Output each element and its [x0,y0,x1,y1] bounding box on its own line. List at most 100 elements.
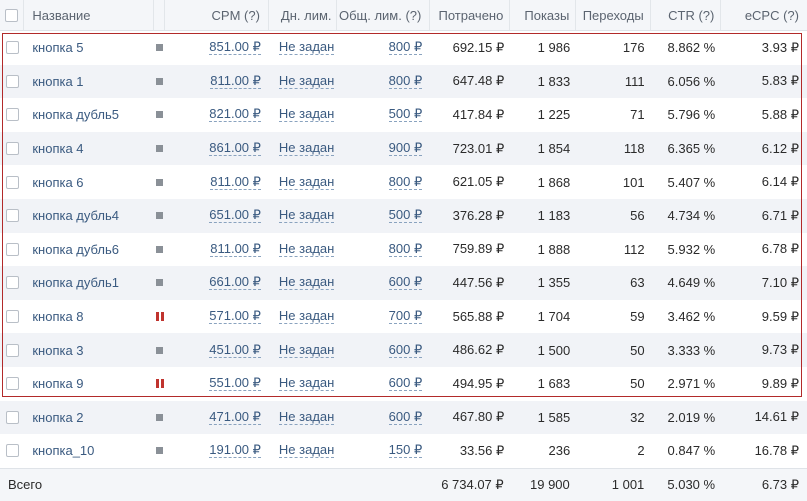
ad-name-link[interactable]: кнопка 1 [32,74,83,89]
row-checkbox[interactable] [5,276,19,290]
header-daily-limit[interactable]: Дн. лим. [269,0,338,30]
header-ecpc[interactable]: eCPC (?) [721,0,807,30]
header-spent[interactable]: Потрачено [430,0,511,30]
table-row[interactable]: кнопка_10 191.00 ₽ Не задан 150 ₽ 33.56 ₽ 236… [0,434,807,468]
table-row[interactable]: кнопка 1 811.00 ₽ Не задан 800 ₽ 647.48 ₽ 1 8… [0,64,807,99]
total-limit-editable[interactable]: 800 ₽ [388,73,423,89]
ad-name-link[interactable]: кнопка 4 [32,141,83,156]
row-checkbox[interactable] [5,444,19,458]
total-limit-editable[interactable]: 900 ₽ [388,141,423,157]
row-checkbox[interactable] [5,310,19,324]
daily-limit-editable[interactable]: Не задан [278,376,335,392]
daily-limit-editable[interactable]: Не задан [278,208,335,224]
total-limit-editable[interactable]: 800 ₽ [388,174,423,190]
cpm-editable[interactable]: 811.00 ₽ [210,241,261,257]
cpm-editable[interactable]: 861.00 ₽ [209,141,261,157]
total-limit-editable[interactable]: 700 ₽ [388,309,423,325]
table-row[interactable]: кнопка дубль4 651.00 ₽ Не задан 500 ₽ 376.28… [0,198,807,233]
table-row[interactable]: кнопка 2 471.00 ₽ Не задан 600 ₽ 467.80 ₽ 1 5… [0,400,807,435]
cpm-editable[interactable]: 191.00 ₽ [209,443,261,459]
ad-name-link[interactable]: кнопка 3 [32,343,83,358]
daily-limit-editable[interactable]: Не задан [278,409,335,425]
status-square-icon[interactable] [156,111,164,119]
daily-limit-editable[interactable]: Не задан [278,342,335,358]
header-name[interactable]: Название [24,0,155,30]
row-checkbox[interactable] [5,242,19,256]
pause-icon[interactable] [155,312,164,322]
ad-name-link[interactable]: кнопка дубль6 [32,242,119,257]
header-ctr[interactable]: CTR (?) [651,0,722,30]
daily-limit-editable[interactable]: Не задан [278,309,335,325]
total-limit-editable[interactable]: 800 ₽ [388,241,423,257]
row-checkbox[interactable] [5,74,19,88]
total-limit-editable[interactable]: 600 ₽ [388,275,423,291]
row-checkbox[interactable] [5,175,19,189]
status-square-icon[interactable] [156,178,164,186]
table-row[interactable]: кнопка дубль1 661.00 ₽ Не задан 600 ₽ 447.56… [0,266,807,300]
cpm-editable[interactable]: 471.00 ₽ [209,409,261,425]
daily-limit-editable[interactable]: Не задан [278,241,335,257]
cpm-editable[interactable]: 851.00 ₽ [209,40,261,56]
cpm-editable[interactable]: 651.00 ₽ [209,208,261,224]
status-square-icon[interactable] [156,212,164,220]
ad-name-link[interactable]: кнопка 9 [32,376,83,391]
table-row[interactable]: кнопка 3 451.00 ₽ Не задан 600 ₽ 486.62 ₽ 1 5… [0,333,807,367]
total-limit-editable[interactable]: 600 ₽ [388,376,423,392]
status-square-icon[interactable] [156,44,164,52]
total-limit-editable[interactable]: 600 ₽ [388,409,423,425]
cpm-editable[interactable]: 571.00 ₽ [209,309,261,325]
total-limit-editable[interactable]: 800 ₽ [388,40,423,56]
total-limit-editable[interactable]: 150 ₽ [388,443,423,459]
select-all-checkbox[interactable] [5,8,19,22]
header-total-limit[interactable]: Общ. лим. (?) [337,0,431,30]
row-checkbox[interactable] [5,410,19,424]
header-clicks[interactable]: Переходы [576,0,651,30]
table-row[interactable]: кнопка 4 861.00 ₽ Не задан 900 ₽ 723.01 ₽ 1 8… [0,131,807,166]
ad-name-link[interactable]: кнопка дубль5 [32,107,119,122]
header-cpm[interactable]: CPM (?) [165,0,269,30]
ad-name-link[interactable]: кнопка 5 [32,40,83,55]
cpm-editable[interactable]: 451.00 ₽ [209,342,261,358]
status-square-icon[interactable] [156,279,164,287]
total-limit-editable[interactable]: 600 ₽ [388,342,423,358]
cpm-editable[interactable]: 551.00 ₽ [209,376,261,392]
ad-name-link[interactable]: кнопка 6 [32,175,83,190]
total-limit-editable[interactable]: 500 ₽ [388,208,423,224]
cpm-editable[interactable]: 821.00 ₽ [209,107,261,123]
cpm-editable[interactable]: 661.00 ₽ [209,275,261,291]
daily-limit-editable[interactable]: Не задан [278,141,335,157]
ad-name-link[interactable]: кнопка_10 [32,443,94,458]
row-checkbox[interactable] [5,377,19,391]
table-row[interactable]: кнопка 9 551.00 ₽ Не задан 600 ₽ 494.95 ₽ 1 6… [0,367,807,401]
table-row[interactable]: кнопка дубль5 821.00 ₽ Не задан 500 ₽ 417.84… [0,98,807,132]
row-checkbox[interactable] [5,108,19,122]
row-checkbox[interactable] [5,41,19,55]
status-square-icon[interactable] [156,346,164,354]
ad-name-link[interactable]: кнопка дубль1 [32,275,119,290]
daily-limit-editable[interactable]: Не задан [278,107,335,123]
row-checkbox[interactable] [5,343,19,357]
cpm-editable[interactable]: 811.00 ₽ [210,174,261,190]
status-square-icon[interactable] [156,77,164,85]
ad-name-link[interactable]: кнопка 2 [32,410,83,425]
daily-limit-editable[interactable]: Не задан [278,443,335,459]
ad-name-link[interactable]: кнопка дубль4 [32,208,119,223]
status-square-icon[interactable] [156,447,164,455]
table-row[interactable]: кнопка 6 811.00 ₽ Не задан 800 ₽ 621.05 ₽ 1 8… [0,165,807,199]
table-row[interactable]: кнопка 5 851.00 ₽ Не задан 800 ₽ 692.15 ₽ 1 9… [0,31,807,65]
row-checkbox[interactable] [5,142,19,156]
pause-icon[interactable] [155,379,164,389]
daily-limit-editable[interactable]: Не задан [278,174,335,190]
status-square-icon[interactable] [156,245,164,253]
cpm-editable[interactable]: 811.00 ₽ [210,73,261,89]
header-shows[interactable]: Показы [510,0,577,30]
table-row[interactable]: кнопка 8 571.00 ₽ Не задан 700 ₽ 565.88 ₽ 1 7… [0,300,807,334]
status-square-icon[interactable] [156,145,164,153]
daily-limit-editable[interactable]: Не задан [278,40,335,56]
daily-limit-editable[interactable]: Не задан [278,73,335,89]
ad-name-link[interactable]: кнопка 8 [32,309,83,324]
row-checkbox[interactable] [5,209,19,223]
total-limit-editable[interactable]: 500 ₽ [388,107,423,123]
daily-limit-editable[interactable]: Не задан [278,275,335,291]
table-row[interactable]: кнопка дубль6 811.00 ₽ Не задан 800 ₽ 759.89… [0,233,807,267]
